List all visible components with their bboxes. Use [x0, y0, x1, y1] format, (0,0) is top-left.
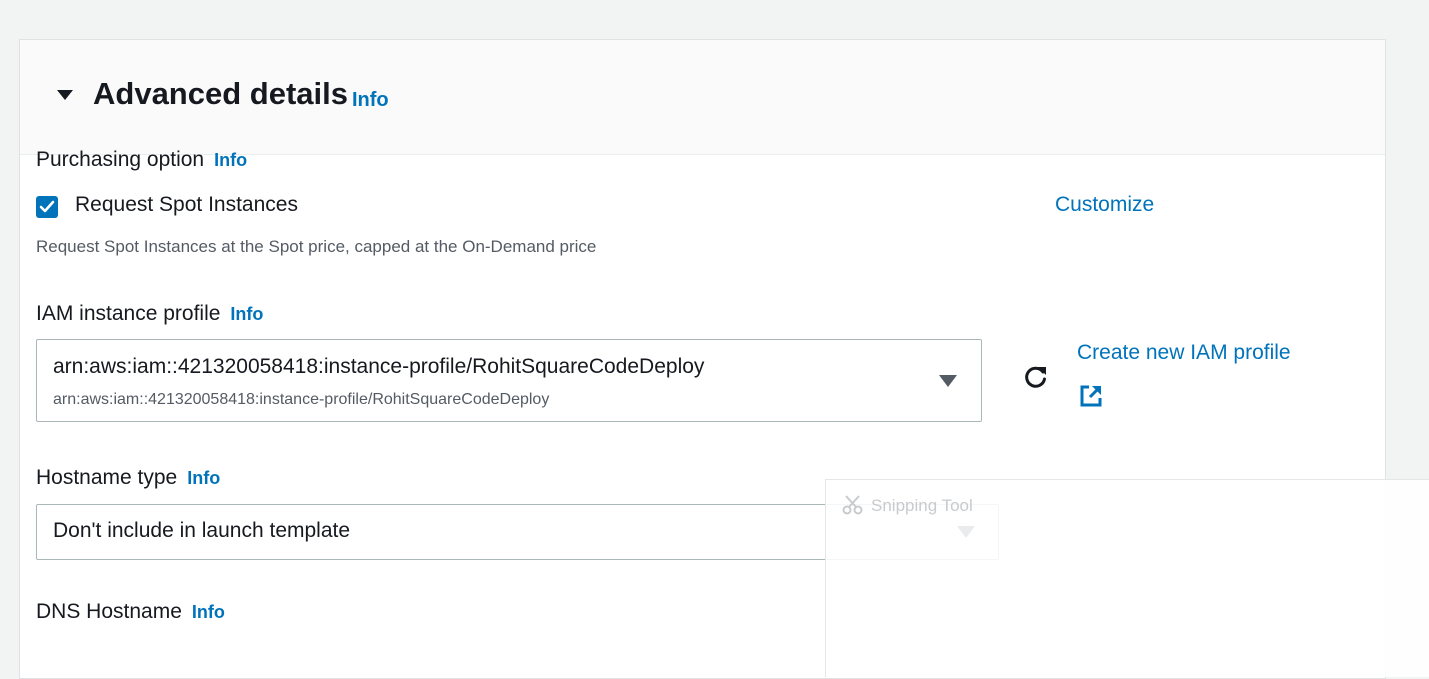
iam-profile-text: IAM instance profile — [36, 302, 221, 325]
hostname-info-link[interactable]: Info — [187, 468, 220, 488]
checkmark-icon — [39, 200, 55, 213]
dns-hostname-label: DNS Hostname Info — [36, 600, 225, 624]
refresh-icon[interactable] — [1022, 363, 1050, 391]
external-link-icon[interactable] — [1079, 384, 1103, 408]
hostname-type-label: Hostname type Info — [36, 466, 220, 490]
dns-hostname-text: DNS Hostname — [36, 600, 182, 623]
hostname-type-text: Hostname type — [36, 466, 178, 489]
purchasing-option-text: Purchasing option — [36, 148, 205, 171]
hostname-type-selected: Don't include in launch template — [53, 519, 351, 542]
snipping-tool-overlay: Snipping Tool — [825, 479, 1429, 677]
iam-profile-select[interactable]: arn:aws:iam::421320058418:instance-profi… — [36, 339, 982, 422]
iam-info-link[interactable]: Info — [230, 304, 263, 324]
title-info-link[interactable]: Info — [352, 89, 389, 112]
caret-down-icon[interactable] — [57, 90, 73, 100]
iam-profile-selected-sub: arn:aws:iam::421320058418:instance-profi… — [53, 391, 550, 408]
iam-profile-selected: arn:aws:iam::421320058418:instance-profi… — [53, 355, 705, 378]
snipping-tool-text: Snipping Tool — [871, 496, 973, 515]
panel-title[interactable]: Advanced details — [93, 76, 348, 112]
iam-profile-label: IAM instance profile Info — [36, 302, 263, 326]
request-spot-checkbox[interactable] — [36, 196, 58, 218]
purchasing-option-label: Purchasing option Info — [36, 148, 247, 172]
scissors-icon — [842, 495, 863, 515]
customize-link[interactable]: Customize — [1055, 193, 1154, 217]
dns-info-link[interactable]: Info — [192, 602, 225, 622]
panel-header[interactable]: Advanced details Info — [20, 40, 1385, 155]
chevron-down-icon — [939, 375, 957, 387]
purchasing-info-link[interactable]: Info — [214, 150, 247, 170]
purchasing-description: Request Spot Instances at the Spot price… — [36, 237, 597, 256]
create-iam-profile-link[interactable]: Create new IAM profile — [1077, 341, 1291, 365]
request-spot-label[interactable]: Request Spot Instances — [75, 193, 298, 217]
